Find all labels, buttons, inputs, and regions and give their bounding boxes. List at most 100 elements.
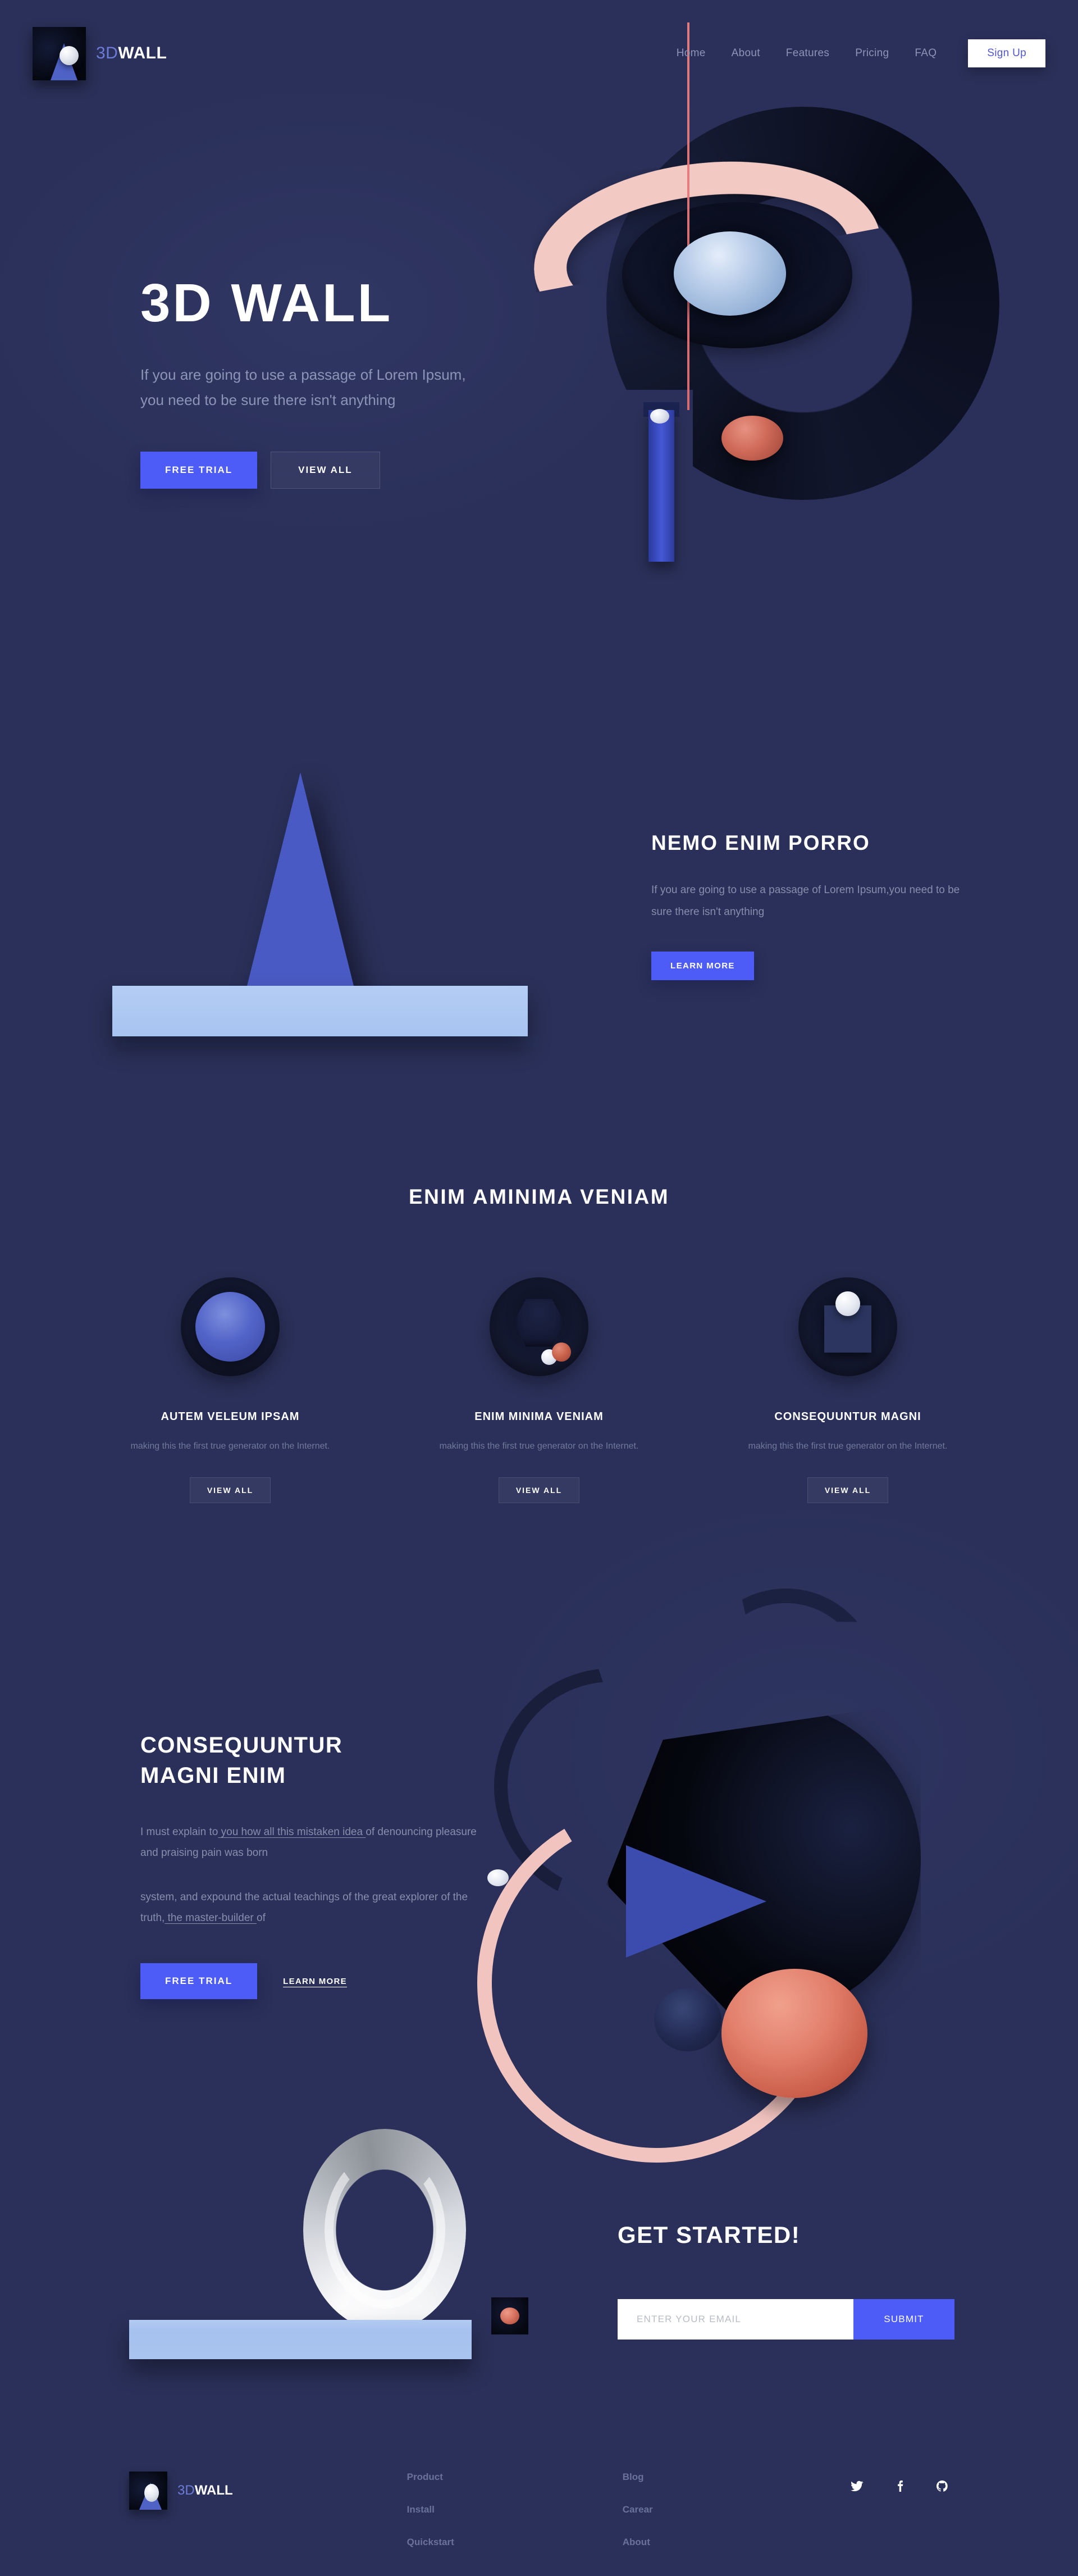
learn-more-button[interactable]: LEARN MORE — [651, 951, 754, 980]
feature-card-2: ENIM MINIMA VENIAM making this the first… — [432, 1268, 646, 1504]
footer-link-quickstart[interactable]: Quickstart — [407, 2537, 454, 2548]
consequuntur-title: CONSEQUUNTUR MAGNI ENIM — [140, 1730, 488, 1791]
sign-up-button[interactable]: Sign Up — [968, 39, 1045, 67]
dark-blue-sphere-icon — [654, 1988, 721, 2051]
github-icon[interactable] — [935, 2479, 949, 2493]
nemo-title: NEMO ENIM PORRO — [651, 831, 870, 854]
feature-card-1-title: AUTEM VELEUM IPSAM — [161, 1410, 300, 1423]
triangle-illustration — [112, 750, 561, 1087]
para1-pre: I must explain to — [140, 1826, 218, 1838]
nemo-copy: NEMO ENIM PORRO If you are going to use … — [651, 831, 966, 980]
white-sphere-icon — [650, 409, 669, 424]
get-started-title: GET STARTED! — [618, 2222, 801, 2248]
feature-card-3: CONSEQUUNTUR MAGNI making this the first… — [741, 1268, 954, 1504]
feature-card-3-view-all-button[interactable]: VIEW ALL — [807, 1477, 889, 1504]
red-sphere-icon — [721, 416, 783, 461]
learn-more-link[interactable]: LEARN MORE — [283, 1977, 347, 1986]
mini-thumbnail-card — [491, 2297, 528, 2334]
crater-circle-icon — [798, 1277, 897, 1376]
red-sphere-icon — [551, 1342, 571, 1362]
hexagon-hole-icon — [513, 1299, 565, 1347]
blue-triangle-icon — [241, 772, 359, 1008]
hero-section: 3D WALL If you are going to use a passag… — [0, 0, 1078, 725]
footer-column-product: Product Install Quickstart — [407, 2472, 454, 2548]
logo-sphere-icon — [59, 45, 79, 65]
get-started-copy: GET STARTED! SUBMIT — [618, 2222, 977, 2340]
submit-button[interactable]: SUBMIT — [853, 2299, 954, 2340]
nav-item-about[interactable]: About — [732, 47, 760, 60]
site-header: 3DWALL Home About Features Pricing FAQ S… — [0, 0, 1078, 107]
torus-illustration — [112, 2101, 561, 2393]
blue-bar-icon — [648, 410, 674, 562]
consequuntur-paragraph-2: system, and expound the actual teachings… — [140, 1887, 488, 1928]
white-sphere-icon — [835, 1291, 860, 1316]
footer-social-links — [850, 2472, 949, 2493]
footer-link-carear[interactable]: Carear — [623, 2504, 653, 2515]
view-all-button[interactable]: VIEW ALL — [271, 451, 380, 489]
facebook-icon[interactable] — [893, 2479, 906, 2493]
feature-card-3-body: making this the first true generator on … — [748, 1441, 948, 1451]
feature-card-1: AUTEM VELEUM IPSAM making this the first… — [124, 1268, 337, 1504]
hero-title: 3D WALL — [140, 273, 393, 333]
nav-item-home[interactable]: Home — [677, 47, 706, 60]
email-signup-form: SUBMIT — [618, 2299, 977, 2340]
nemo-section: NEMO ENIM PORRO If you are going to use … — [0, 725, 1078, 1140]
hero-cta-group: FREE TRIAL VIEW ALL — [140, 451, 533, 489]
brand-wordmark: 3DWALL — [96, 44, 167, 63]
feature-card-3-art — [741, 1268, 954, 1386]
logo-mark-icon — [33, 26, 86, 80]
twitter-icon[interactable] — [850, 2479, 864, 2493]
site-footer: 3DWALL Product Install Quickstart Blog C… — [0, 2438, 1078, 2576]
blue-triangle-icon — [626, 1845, 766, 1958]
footer-column-company: Blog Carear About — [623, 2472, 653, 2548]
footer-link-blog[interactable]: Blog — [623, 2472, 653, 2483]
nemo-body: If you are going to use a passage of Lor… — [651, 884, 960, 918]
platform-icon — [112, 986, 528, 1036]
footer-link-product[interactable]: Product — [407, 2472, 454, 2483]
blue-sphere-icon — [195, 1292, 265, 1362]
features-section: ENIM AMINIMA VENIAM AUTEM VELEUM IPSAM m… — [0, 1140, 1078, 1550]
platform-edge-icon — [122, 1035, 538, 1046]
footer-brand-text-light: 3D — [177, 2483, 195, 2498]
consequuntur-section: CONSEQUUNTUR MAGNI ENIM I must explain t… — [0, 1550, 1078, 2201]
footer-brand-text-heavy: WALL — [194, 2483, 233, 2498]
footer-link-about[interactable]: About — [623, 2537, 653, 2548]
para2-post: of — [257, 1912, 266, 1924]
white-sphere-icon — [487, 1869, 509, 1886]
consequuntur-title-line2: MAGNI ENIM — [140, 1763, 286, 1788]
logo-mark-icon — [129, 2472, 167, 2510]
free-trial-button[interactable]: FREE TRIAL — [140, 1963, 258, 2000]
crater-circle-icon — [181, 1277, 280, 1376]
footer-brand-wordmark: 3DWALL — [177, 2483, 233, 2498]
free-trial-button[interactable]: FREE TRIAL — [140, 451, 258, 489]
hero-subtitle: If you are going to use a passage of Lor… — [140, 366, 466, 409]
brand-text-light: 3D — [96, 44, 118, 62]
feature-card-1-body: making this the first true generator on … — [130, 1441, 330, 1451]
primary-nav: Home About Features Pricing FAQ Sign Up — [677, 39, 1045, 67]
footer-inner: 3DWALL Product Install Quickstart Blog C… — [0, 2472, 1078, 2548]
feature-card-1-view-all-button[interactable]: VIEW ALL — [189, 1477, 271, 1504]
feature-card-2-view-all-button[interactable]: VIEW ALL — [498, 1477, 580, 1504]
consequuntur-paragraph-1: I must explain to you how all this mista… — [140, 1822, 488, 1863]
nav-item-features[interactable]: Features — [786, 47, 829, 60]
nav-item-faq[interactable]: FAQ — [915, 47, 937, 60]
para1-link[interactable]: you how all this mistaken idea — [218, 1826, 366, 1838]
feature-card-3-title: CONSEQUUNTUR MAGNI — [774, 1410, 921, 1423]
email-input[interactable] — [618, 2299, 853, 2340]
features-title: ENIM AMINIMA VENIAM — [408, 1185, 670, 1208]
feature-card-2-body: making this the first true generator on … — [439, 1441, 639, 1451]
crater-circle-icon — [490, 1277, 588, 1376]
nav-item-pricing[interactable]: Pricing — [855, 47, 889, 60]
footer-brand-logo[interactable]: 3DWALL — [129, 2472, 233, 2510]
get-started-section: GET STARTED! SUBMIT — [0, 2078, 1078, 2438]
footer-link-install[interactable]: Install — [407, 2504, 454, 2515]
consequuntur-copy: CONSEQUUNTUR MAGNI ENIM I must explain t… — [140, 1730, 488, 2000]
hero-copy: 3D WALL If you are going to use a passag… — [140, 275, 533, 489]
feature-card-list: AUTEM VELEUM IPSAM making this the first… — [0, 1268, 1078, 1504]
brand-logo[interactable]: 3DWALL — [33, 26, 167, 80]
para2-link[interactable]: the master-builder — [165, 1912, 257, 1924]
blue-sphere-icon — [674, 231, 786, 316]
logo-sphere-icon — [144, 2483, 159, 2502]
torus-inner-ring-icon — [325, 2151, 445, 2309]
red-sphere-icon — [500, 2308, 519, 2324]
